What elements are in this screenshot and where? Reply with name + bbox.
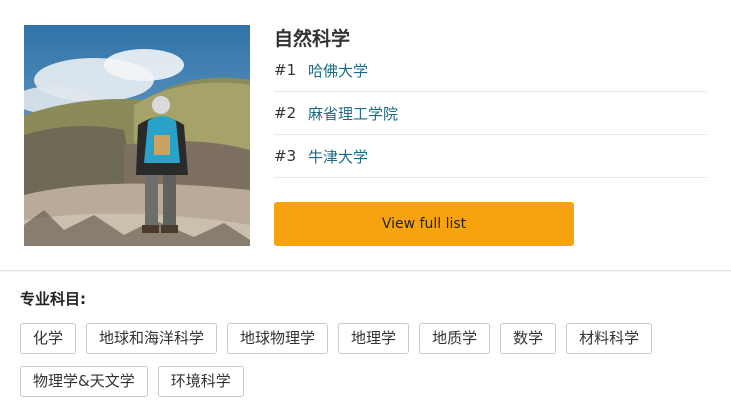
rank-number: #3 xyxy=(274,147,297,165)
subject-photo xyxy=(24,25,250,246)
specialty-tag[interactable]: 材料科学 xyxy=(566,323,653,354)
specialty-tag[interactable]: 地理学 xyxy=(338,323,410,354)
specialty-tag[interactable]: 数学 xyxy=(500,323,557,354)
university-link[interactable]: 哈佛大学 xyxy=(308,60,368,81)
specialty-tag[interactable]: 环境科学 xyxy=(157,366,244,397)
specialty-tag[interactable]: 地球和海洋科学 xyxy=(86,323,218,354)
subject-title: 自然科学 xyxy=(274,28,351,50)
ranking-row: #1 哈佛大学 xyxy=(274,49,707,92)
view-full-list-button[interactable]: View full list xyxy=(274,202,574,246)
specialty-tag[interactable]: 地球物理学 xyxy=(227,323,329,354)
rank-number: #1 xyxy=(274,61,297,79)
specialties-section: 专业科目: 化学 地球和海洋科学 地球物理学 地理学 地质学 数学 材料科学 物… xyxy=(0,272,731,416)
specialty-tag[interactable]: 物理学&天文学 xyxy=(20,366,148,397)
ranking-list: #1 哈佛大学 #2 麻省理工学院 #3 牛津大学 xyxy=(274,49,707,178)
ranking-row: #2 麻省理工学院 xyxy=(274,92,707,135)
specialty-tag[interactable]: 地质学 xyxy=(419,323,491,354)
university-link[interactable]: 牛津大学 xyxy=(308,146,368,167)
university-link[interactable]: 麻省理工学院 xyxy=(308,103,398,124)
specialties-label: 专业科目: xyxy=(20,290,86,308)
specialty-tag[interactable]: 化学 xyxy=(20,323,77,354)
rank-number: #2 xyxy=(274,104,297,122)
specialty-tag-list: 化学 地球和海洋科学 地球物理学 地理学 地质学 数学 材料科学 物理学&天文学… xyxy=(20,323,720,397)
ranking-row: #3 牛津大学 xyxy=(274,135,707,178)
subject-ranking-card: 自然科学 #1 哈佛大学 #2 麻省理工学院 #3 牛津大学 View full… xyxy=(0,0,731,271)
